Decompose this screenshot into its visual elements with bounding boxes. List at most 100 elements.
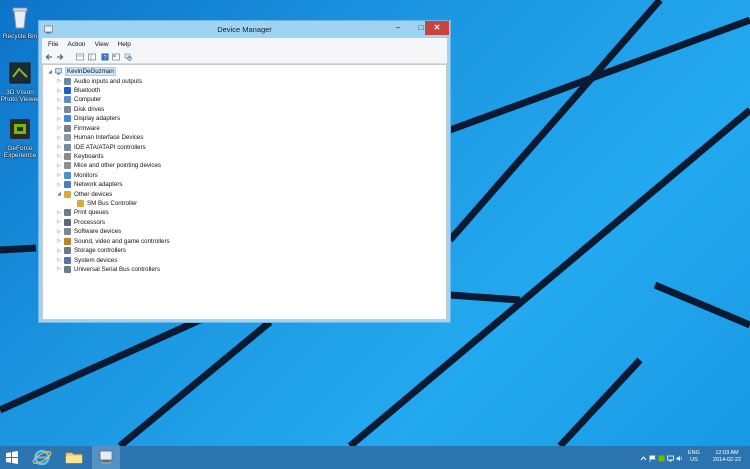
tree-item[interactable]: ▷ Bluetooth [56,86,100,95]
clock[interactable]: 12:03 AM 2014-02-22 [708,450,746,464]
ide-controller-icon [64,143,71,151]
hid-icon [64,134,71,142]
tree-item[interactable]: ▷ System devices [56,255,117,264]
usb-icon [64,265,71,273]
tree-item[interactable]: ▷ Computer [56,95,101,104]
expand-arrow-icon[interactable]: ▷ [56,219,62,225]
tree-item-label: Human Interface Devices [74,134,144,142]
properties-sheet-icon[interactable] [112,53,120,61]
disk-drive-icon [64,105,71,113]
expand-arrow-icon[interactable]: ▷ [56,182,62,188]
expand-arrow-icon[interactable]: ▷ [56,210,62,216]
tree-item-label: Monitors [74,171,98,179]
window-titlebar[interactable]: Device Manager – □ ✕ [39,21,450,38]
tree-item[interactable]: ▷ Disk drives [56,105,104,114]
close-button[interactable]: ✕ [425,21,449,35]
taskbar-file-explorer[interactable] [60,446,88,469]
taskbar-internet-explorer[interactable] [28,446,56,469]
tree-item[interactable]: ▷ Monitors [56,171,98,180]
expand-arrow-icon[interactable]: ▷ [56,163,62,169]
expand-arrow-icon[interactable]: ▷ [56,106,62,112]
expand-arrow-icon[interactable]: ▷ [56,172,62,178]
menu-file[interactable]: File [48,41,58,48]
nvidia-tray-icon[interactable] [658,455,665,462]
expand-arrow-icon[interactable]: ▷ [56,153,62,159]
tree-item[interactable]: ▷ Network adapters [56,180,123,189]
tree-item-label: Computer [74,96,102,104]
start-button[interactable] [0,446,24,469]
tree-item[interactable]: ▷ Mice and other pointing devices [56,161,161,170]
expand-arrow-icon[interactable]: ▷ [56,78,62,84]
input-language-indicator[interactable]: ENG US [688,450,700,464]
tree-item[interactable]: ▷ Firmware [56,124,100,133]
desktop-icon-label: 3D Vision Photo Viewer [0,89,40,103]
expand-arrow-icon[interactable]: ▷ [56,238,62,244]
expand-arrow-icon[interactable]: ▷ [56,229,62,235]
tree-item-label: Audio inputs and outputs [74,77,143,85]
tree-item[interactable]: ▷ Sound, video and game controllers [56,237,170,246]
software-device-icon [64,228,71,236]
minimize-button[interactable]: – [386,21,410,35]
expand-arrow-icon[interactable]: ▷ [56,116,62,122]
expand-arrow-icon[interactable]: ▷ [56,88,62,94]
network-icon[interactable] [667,455,674,462]
tree-item[interactable]: ▷ Software devices [56,227,121,236]
forward-arrow-icon[interactable] [56,53,64,61]
menu-view[interactable]: View [95,41,109,48]
tree-item-label: Other devices [74,190,113,198]
tree-item[interactable]: ▷ Universal Serial Bus controllers [56,265,160,274]
device-manager-icon [99,450,113,464]
computer-icon [64,96,71,104]
collapse-arrow-icon[interactable]: ◢ [56,191,62,197]
tree-item[interactable]: ▷ Print queues [56,208,109,217]
device-manager-window: Device Manager – □ ✕ File Action View He… [38,20,451,323]
expand-arrow-icon[interactable]: ▷ [56,266,62,272]
show-hide-console-tree-icon[interactable] [88,53,96,61]
tree-item[interactable]: ▷ Storage controllers [56,246,126,255]
tree-item-label: System devices [74,256,118,264]
tree-item[interactable]: ▷ Keyboards [56,152,104,161]
clock-time: 12:03 AM [715,450,739,456]
back-arrow-icon[interactable] [45,53,53,61]
firmware-icon [64,124,71,132]
help-icon[interactable]: ? [101,53,109,61]
bluetooth-icon [64,87,71,94]
expand-arrow-icon[interactable]: ▷ [56,125,62,131]
desktop-icon-recycle-bin[interactable]: Recycle Bin [0,4,40,40]
tree-item-label: Mice and other pointing devices [74,162,162,170]
system-device-icon [64,256,71,264]
tree-item[interactable]: ▷ Display adapters [56,114,120,123]
menu-action[interactable]: Action [67,41,85,48]
collapse-arrow-icon[interactable]: ◢ [47,69,53,75]
scan-hardware-icon[interactable] [124,53,132,61]
desktop-icon-label: GeForce Experience [3,145,37,159]
expand-arrow-icon[interactable]: ▷ [56,135,62,141]
tree-item[interactable]: ▷ IDE ATA/ATAPI controllers [56,142,146,151]
sound-icon [64,237,71,245]
expand-arrow-icon[interactable]: ▷ [56,144,62,150]
tree-root[interactable]: ◢ KevinDeGuzman [47,67,116,77]
tree-item[interactable]: ▷ Human Interface Devices [56,133,143,142]
tree-item[interactable]: ◢ Other devices [56,189,112,198]
taskbar-device-manager[interactable] [92,446,120,469]
tree-item-label: Keyboards [74,152,104,160]
processor-icon [64,218,71,226]
expand-arrow-icon[interactable]: ▷ [56,248,62,254]
show-hidden-icons-icon[interactable] [640,455,647,462]
tree-item[interactable]: ▷ Processors [56,218,105,227]
expand-arrow-icon[interactable]: ▷ [56,97,62,103]
tree-item[interactable]: SM Bus Controller [69,199,137,208]
menu-help[interactable]: Help [118,41,131,48]
volume-icon[interactable] [676,455,683,462]
action-center-flag-icon[interactable] [649,455,656,462]
desktop-icon-3d-vision[interactable]: 3D Vision Photo Viewer [0,60,40,103]
expand-arrow-icon[interactable]: ▷ [56,257,62,263]
desktop-icon-geforce[interactable]: GeForce Experience [0,116,40,159]
3d-vision-icon [9,62,31,84]
keyboard-layout: US [690,457,698,463]
tree-item-label: Storage controllers [74,247,126,255]
tree-item[interactable]: ▷ Audio inputs and outputs [56,76,142,85]
properties-view-icon[interactable] [76,53,84,61]
tree-item-label: Software devices [74,228,122,236]
tree-root-label: KevinDeGuzman [65,67,116,77]
